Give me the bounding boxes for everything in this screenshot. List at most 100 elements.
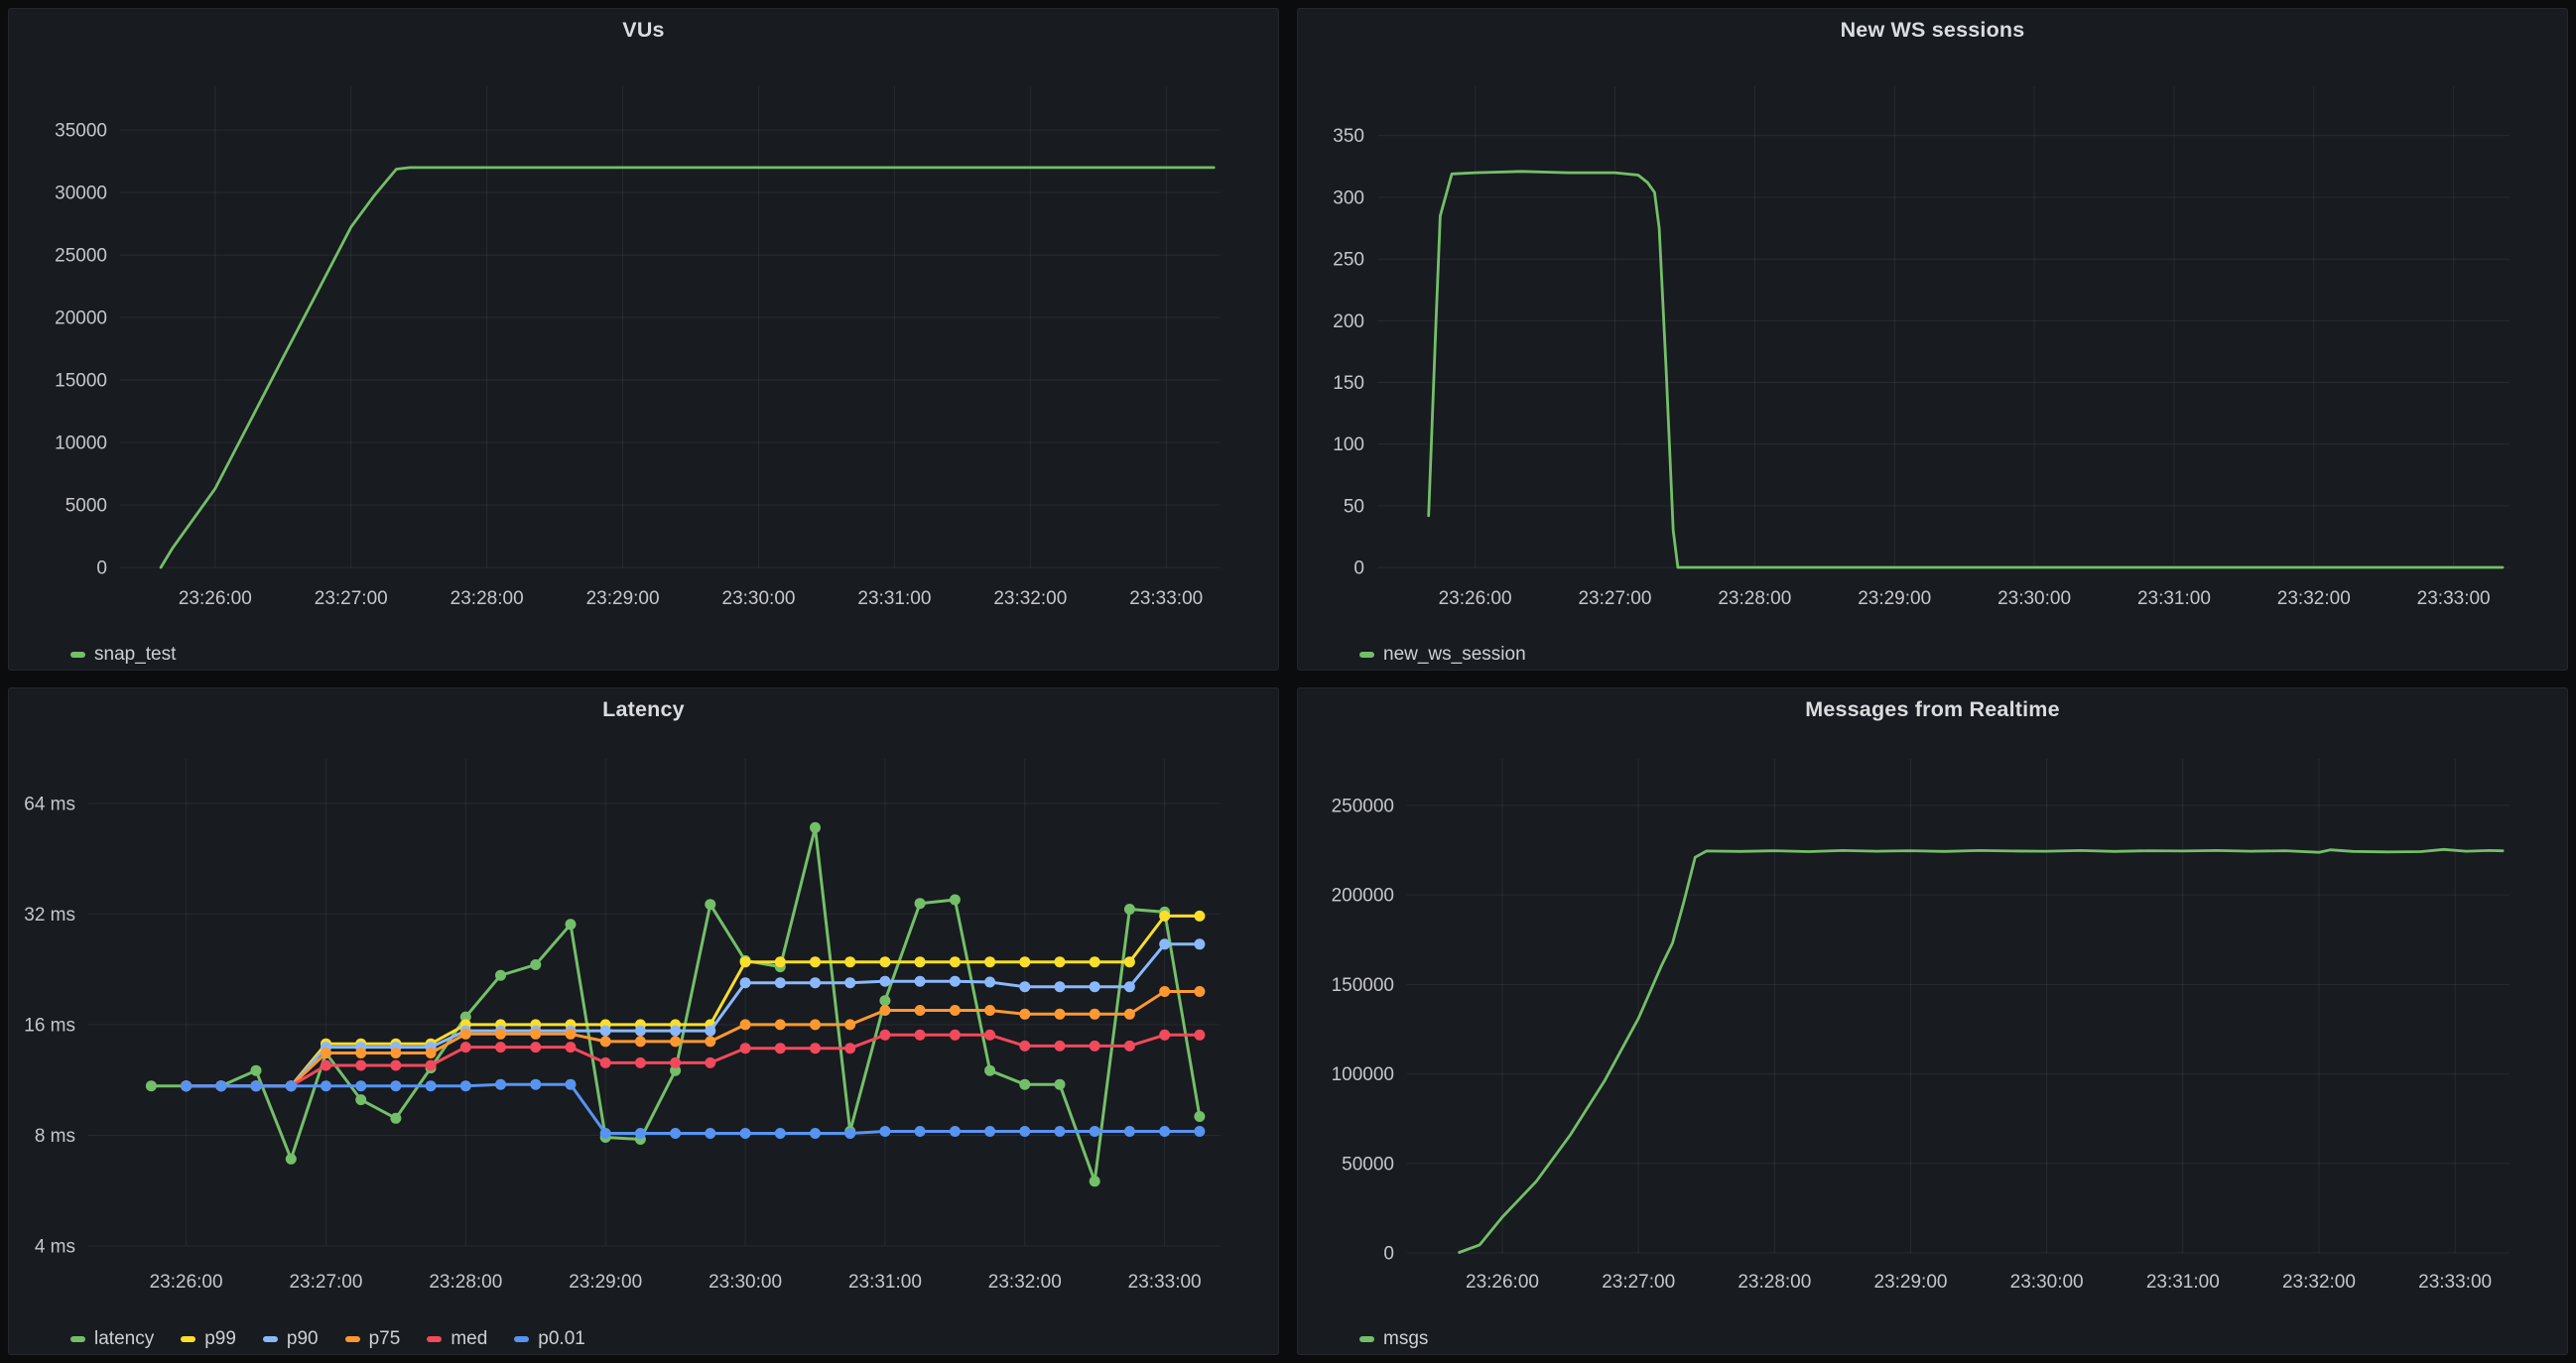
data-point-p75 <box>530 1029 541 1040</box>
legend: new_ws_session <box>1298 637 2567 671</box>
x-axis-tick-label: 23:31:00 <box>2146 1272 2220 1293</box>
panel-latency: Latency 23:26:0023:27:0023:28:0023:29:00… <box>8 687 1279 1355</box>
grid <box>120 86 1221 567</box>
legend-item-label: p99 <box>204 1328 236 1350</box>
data-point-p90 <box>1124 981 1135 992</box>
y-axis-tick-label: 250 <box>1333 250 1364 271</box>
data-point-latency <box>984 1065 995 1076</box>
chart-area-vus[interactable]: 23:26:0023:27:0023:28:0023:29:0023:30:00… <box>9 51 1278 637</box>
data-point-p75 <box>355 1048 366 1058</box>
x-axis-tick-label: 23:32:00 <box>988 1272 1062 1293</box>
legend-swatch-icon <box>514 1336 529 1342</box>
data-point-p90 <box>600 1026 611 1037</box>
data-point-p75 <box>495 1029 506 1040</box>
grid <box>88 759 1221 1246</box>
data-point-p0.01 <box>950 1126 961 1137</box>
chart-area-messages[interactable]: 23:26:0023:27:0023:28:0023:29:0023:30:00… <box>1298 730 2567 1321</box>
panel-title[interactable]: New WS sessions <box>1298 9 2567 51</box>
data-point-p75 <box>950 1005 961 1016</box>
grid <box>1407 759 2510 1253</box>
data-point-latency <box>495 970 506 981</box>
data-point-p0.01 <box>879 1126 890 1137</box>
data-point-p90 <box>879 976 890 987</box>
dashboard-grid: VUs 23:26:0023:27:0023:28:0023:29:0023:3… <box>8 8 2568 1355</box>
x-axis-tick-label: 23:32:00 <box>2282 1272 2356 1293</box>
x-axis-tick-label: 23:31:00 <box>857 588 931 609</box>
data-point-p75 <box>460 1029 471 1040</box>
x-axis-tick-label: 23:26:00 <box>1466 1272 1539 1293</box>
x-axis-tick-label: 23:29:00 <box>1858 588 1931 609</box>
data-point-p0.01 <box>355 1080 366 1091</box>
data-point-p75 <box>390 1048 401 1058</box>
data-point-med <box>915 1030 926 1041</box>
series-line-p0.01 <box>187 1084 1200 1133</box>
data-point-med <box>879 1030 890 1041</box>
data-point-p90 <box>1159 938 1170 949</box>
data-point-p0.01 <box>915 1126 926 1137</box>
data-point-p99 <box>1055 956 1066 967</box>
legend-item-med[interactable]: med <box>427 1326 487 1352</box>
x-axis-tick-label: 23:27:00 <box>1602 1272 1675 1293</box>
y-axis-tick-label: 50000 <box>1342 1154 1394 1175</box>
data-point-latency <box>1019 1079 1030 1090</box>
data-point-p90 <box>810 977 821 988</box>
data-point-p75 <box>1124 1009 1135 1020</box>
x-axis-tick-label: 23:30:00 <box>2010 1272 2084 1293</box>
legend-item-msgs[interactable]: msgs <box>1359 1326 1428 1352</box>
series-snap_test <box>161 168 1214 567</box>
data-point-p99 <box>950 956 961 967</box>
x-axis-tick-label: 23:33:00 <box>2418 1272 2492 1293</box>
data-point-latency <box>1090 1176 1100 1186</box>
legend-swatch-icon <box>1359 1336 1374 1342</box>
data-point-p99 <box>740 956 751 967</box>
data-point-p90 <box>1055 981 1066 992</box>
y-axis-tick-label: 0 <box>1353 558 1364 579</box>
data-point-p90 <box>984 977 995 988</box>
data-point-p75 <box>1159 986 1170 997</box>
legend-item-p99[interactable]: p99 <box>181 1326 236 1352</box>
chart-area-new-ws-sessions[interactable]: 23:26:0023:27:0023:28:0023:29:0023:30:00… <box>1298 51 2567 637</box>
panel-title[interactable]: Latency <box>9 688 1278 730</box>
series-line-snap_test <box>161 168 1214 567</box>
data-point-p75 <box>775 1019 786 1030</box>
data-point-p0.01 <box>530 1079 541 1090</box>
x-axis-tick-label: 23:32:00 <box>993 588 1067 609</box>
data-point-p0.01 <box>810 1128 821 1139</box>
legend-item-p75[interactable]: p75 <box>345 1326 401 1352</box>
data-point-p0.01 <box>1090 1126 1100 1137</box>
data-point-p99 <box>775 956 786 967</box>
panel-title[interactable]: VUs <box>9 9 1278 51</box>
new_ws-plot: 23:26:0023:27:0023:28:0023:29:0023:30:00… <box>1298 51 2567 632</box>
chart-area-latency[interactable]: 23:26:0023:27:0023:28:0023:29:0023:30:00… <box>9 730 1278 1321</box>
legend-item-latency[interactable]: latency <box>70 1326 154 1352</box>
data-point-p75 <box>915 1005 926 1016</box>
data-point-latency <box>566 919 577 929</box>
data-point-p90 <box>1194 938 1205 949</box>
data-point-med <box>1055 1041 1066 1052</box>
legend-item-snap_test[interactable]: snap_test <box>70 642 176 668</box>
legend-item-p90[interactable]: p90 <box>263 1326 319 1352</box>
data-point-latency <box>1194 1111 1205 1122</box>
legend-item-new_ws_session[interactable]: new_ws_session <box>1359 642 1526 668</box>
legend-item-p0.01[interactable]: p0.01 <box>514 1326 585 1352</box>
x-axis-tick-label: 23:29:00 <box>586 588 660 609</box>
data-point-latency <box>146 1080 157 1091</box>
data-point-p99 <box>984 956 995 967</box>
legend: snap_test <box>9 637 1278 671</box>
y-axis-tick-label: 300 <box>1333 187 1364 208</box>
data-point-p0.01 <box>1124 1126 1135 1137</box>
x-axis-tick-label: 23:29:00 <box>569 1272 642 1293</box>
data-point-p0.01 <box>460 1080 471 1091</box>
data-point-latency <box>286 1154 297 1165</box>
panel-title[interactable]: Messages from Realtime <box>1298 688 2567 730</box>
data-point-p0.01 <box>635 1128 646 1139</box>
data-point-p0.01 <box>181 1080 192 1091</box>
data-point-p99 <box>1124 956 1135 967</box>
data-point-p99 <box>1090 956 1100 967</box>
data-point-p75 <box>740 1019 751 1030</box>
data-point-p0.01 <box>321 1080 331 1091</box>
x-axis-tick-label: 23:33:00 <box>1128 1272 1202 1293</box>
x-axis-tick-label: 23:30:00 <box>722 588 796 609</box>
data-point-p75 <box>321 1048 331 1058</box>
data-point-p99 <box>1019 956 1030 967</box>
